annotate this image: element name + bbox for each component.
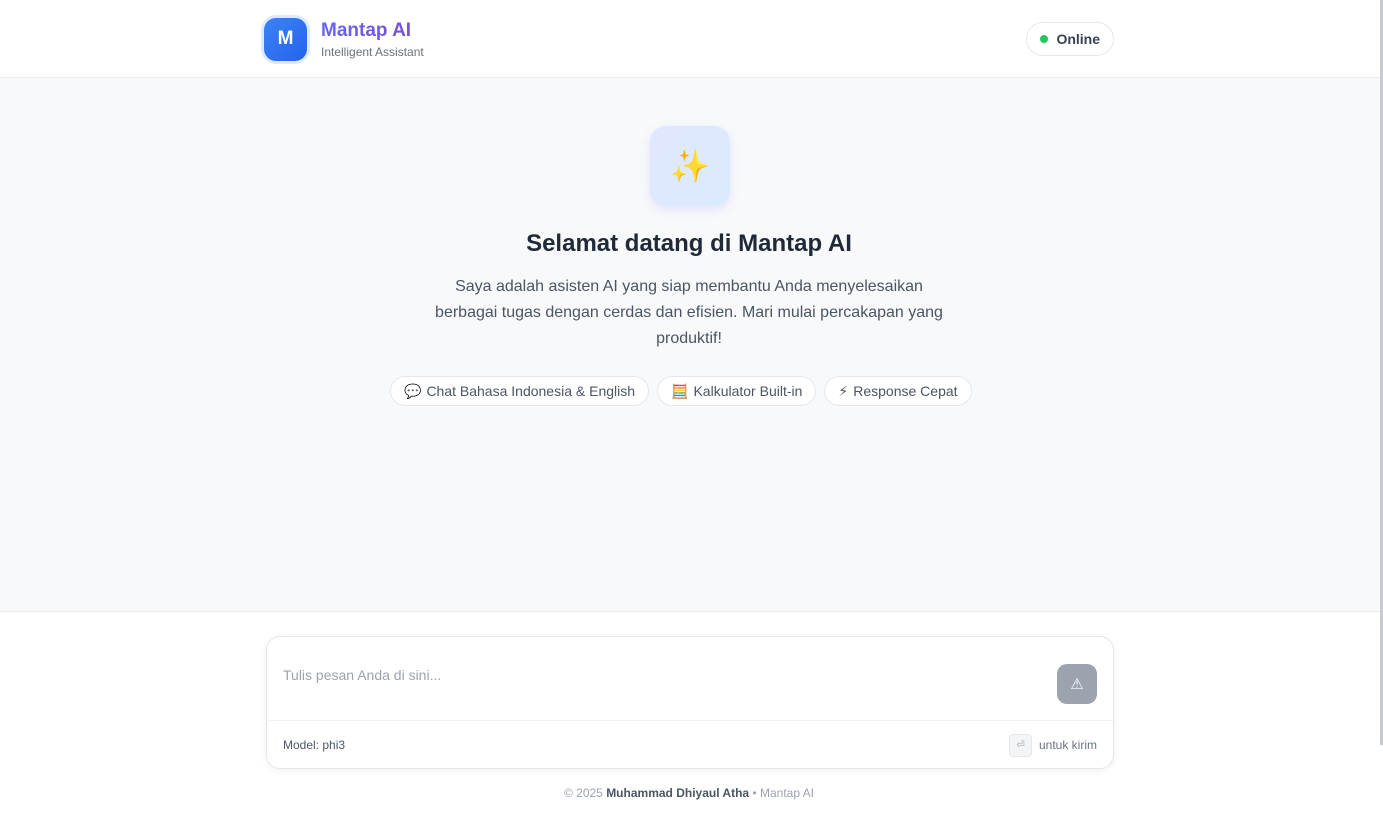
footer-product: Mantap AI — [759, 786, 815, 800]
message-composer: ⚠ Model: phi3 ⏎ untuk kirim — [266, 636, 1114, 769]
warning-icon: ⚠ — [1070, 676, 1084, 693]
feature-chip-label: Kalkulator Built-in — [693, 383, 803, 399]
page-footer: © 2025 Muhammad Dhiyaul Atha • Mantap AI — [389, 786, 989, 800]
status-badge: Online — [1026, 22, 1114, 56]
enter-key-icon: ⏎ — [1008, 733, 1032, 757]
sparkles-icon: ✨ — [650, 126, 730, 206]
copyright: © 2025 — [563, 786, 603, 800]
feature-chip-chat: 💬 Chat Bahasa Indonesia & English — [390, 376, 650, 406]
status-dot-icon — [1040, 35, 1049, 43]
brand-text: Mantap AI Intelligent Assistant — [321, 20, 424, 59]
send-hint-label: untuk kirim — [1038, 738, 1097, 752]
app-header: M Mantap AI Intelligent Assistant Online — [0, 0, 1383, 78]
status-label: Online — [1056, 31, 1100, 47]
model-label: Model: phi3 — [283, 738, 346, 752]
header-content: M Mantap AI Intelligent Assistant Online — [264, 0, 1114, 78]
welcome-title: Selamat datang di Mantap AI — [526, 230, 852, 257]
speech-bubble-icon: 💬 — [404, 382, 422, 399]
message-input[interactable] — [283, 663, 1043, 687]
app-title: Mantap AI — [321, 20, 424, 42]
welcome-description: Saya adalah asisten AI yang siap membant… — [435, 278, 943, 347]
app-subtitle: Intelligent Assistant — [321, 44, 424, 59]
brand: M Mantap AI Intelligent Assistant — [264, 17, 424, 61]
feature-chip-label: Response Cepat — [853, 383, 958, 399]
app-logo: M — [264, 17, 307, 61]
abacus-icon: 🧮 — [671, 382, 689, 399]
feature-chips: 💬 Chat Bahasa Indonesia & English 🧮 Kalk… — [390, 376, 990, 406]
author-name: Muhammad Dhiyaul Atha — [606, 786, 750, 800]
send-hint: ⏎ untuk kirim — [1008, 733, 1097, 757]
lightning-icon: ⚡ — [838, 382, 849, 399]
feature-chip-speed: ⚡ Response Cepat — [824, 376, 972, 406]
feature-chip-calculator: 🧮 Kalkulator Built-in — [657, 376, 817, 406]
composer-footer: Model: phi3 ⏎ untuk kirim — [267, 720, 1113, 769]
feature-chip-label: Chat Bahasa Indonesia & English — [426, 383, 636, 399]
send-button[interactable]: ⚠ — [1057, 664, 1097, 704]
footer-separator: • — [752, 786, 757, 800]
